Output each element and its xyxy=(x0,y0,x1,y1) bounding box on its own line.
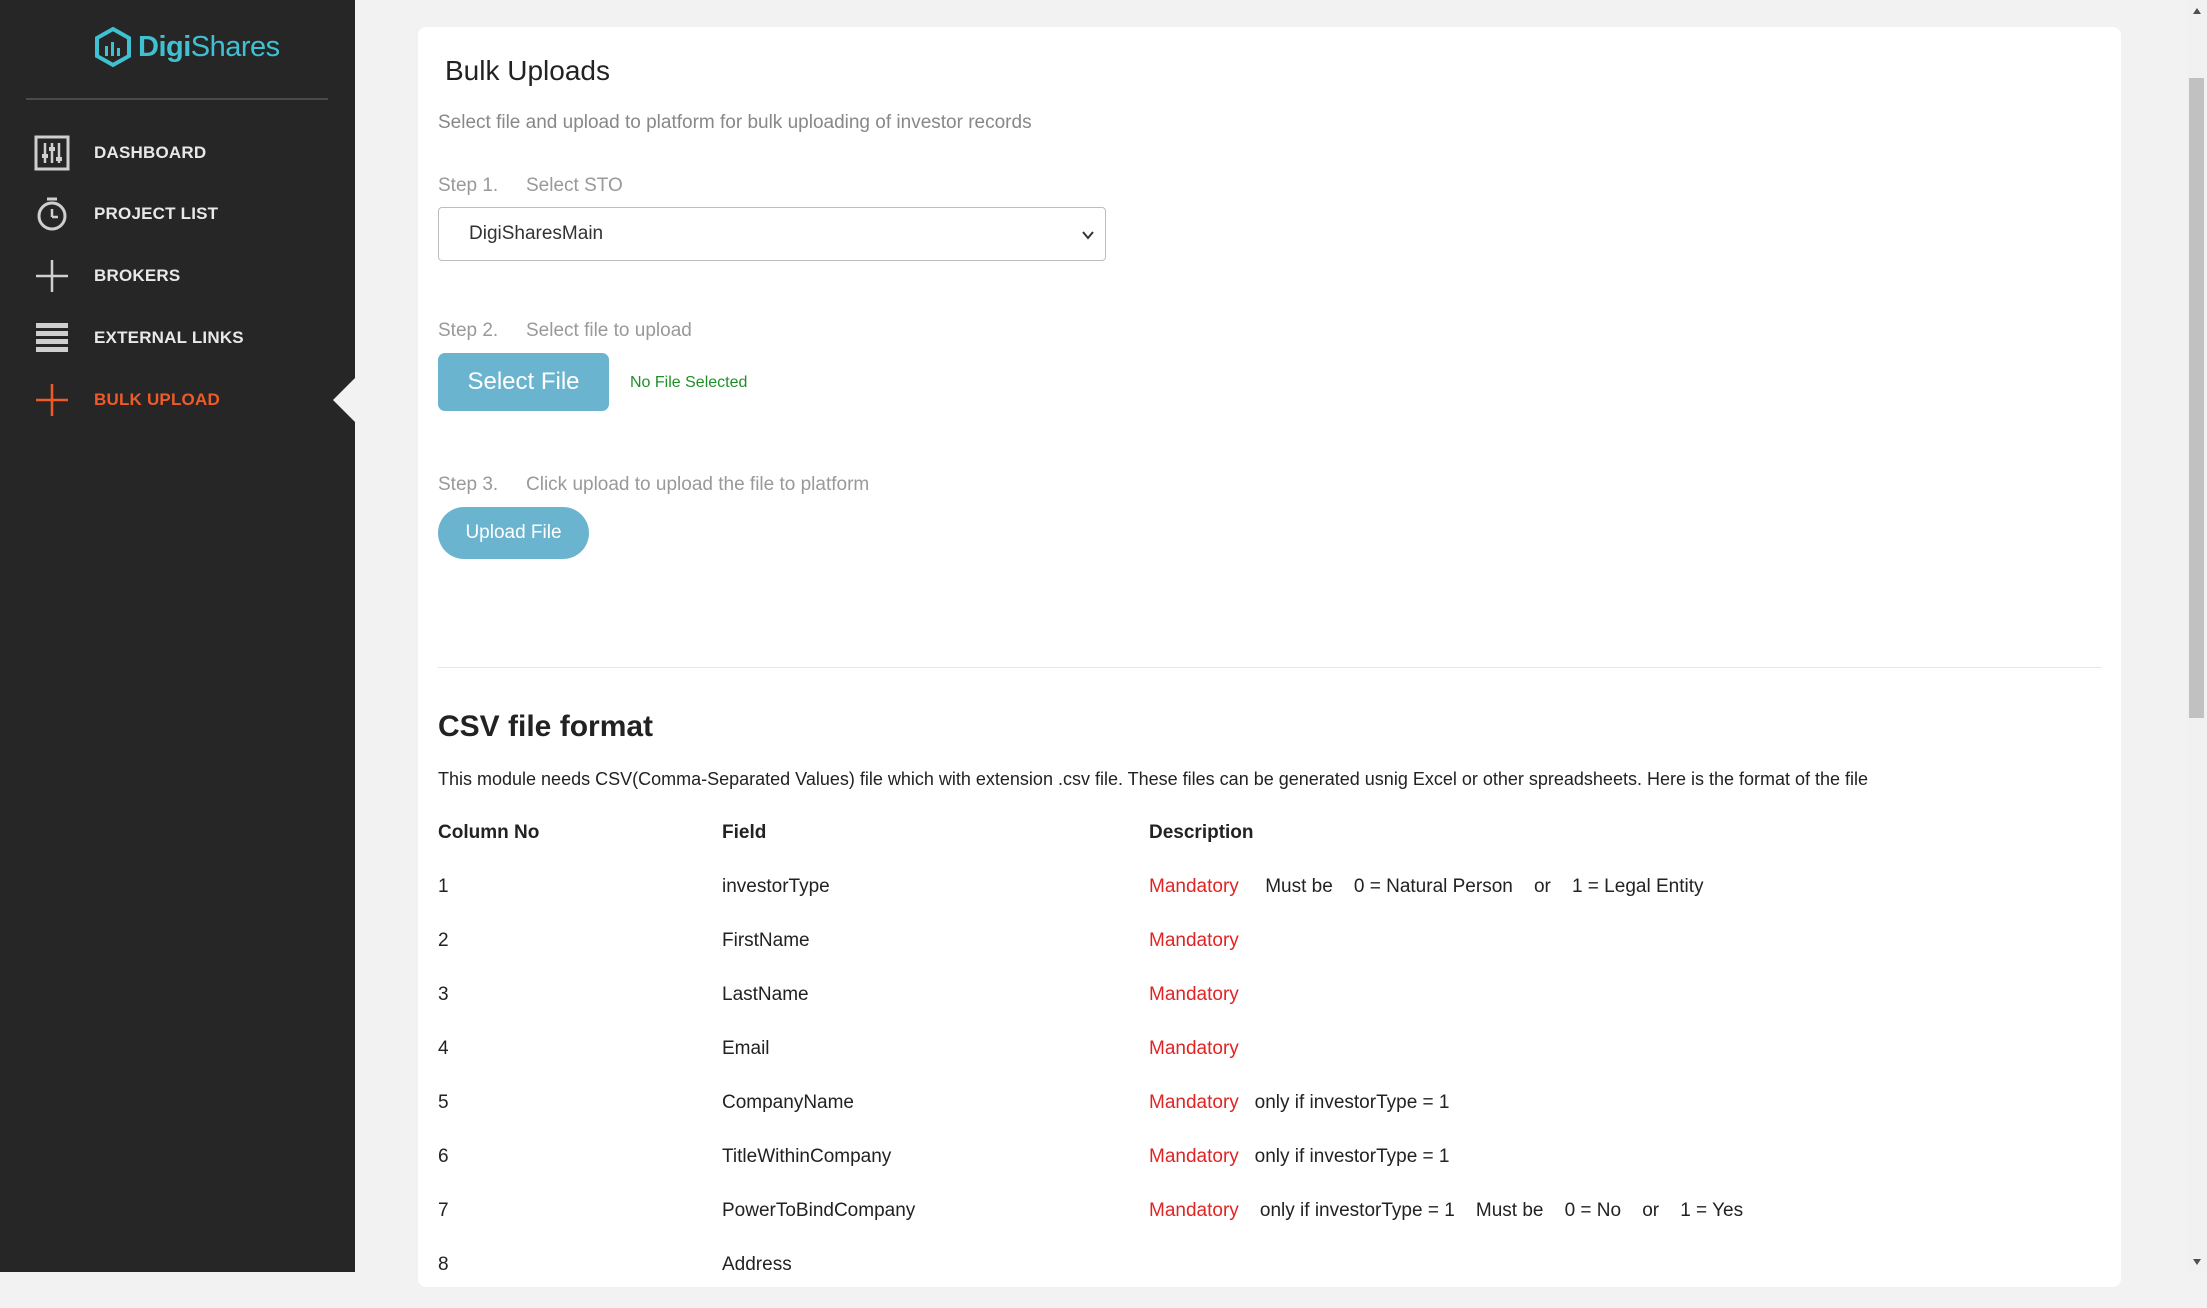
logo-text-shares: Shares xyxy=(190,30,280,63)
step-text: Click upload to upload the file to platf… xyxy=(526,474,870,495)
row-number: 1 xyxy=(438,876,449,897)
mandatory-label: Mandatory xyxy=(1149,1146,1239,1167)
active-indicator xyxy=(333,378,355,422)
plus-icon xyxy=(32,380,72,420)
column-header-no: Column No xyxy=(438,822,540,843)
page-subtitle: Select file and upload to platform for b… xyxy=(438,112,1032,133)
row-field: PowerToBindCompany xyxy=(722,1200,916,1221)
sidebar-divider xyxy=(26,98,328,100)
step-number: Step 2. xyxy=(438,320,499,341)
column-header-description: Description xyxy=(1149,822,1254,843)
table-row: 8 Address xyxy=(418,1254,2121,1308)
row-note: only if investorType = 1 Must be 0 = No … xyxy=(1259,1200,1744,1221)
sidebar-item-label: BROKERS xyxy=(94,266,181,285)
sidebar-item-dashboard[interactable]: DASHBOARD xyxy=(0,128,355,178)
row-description: Mandatory only if investorType = 1 xyxy=(1149,1092,1449,1114)
sidebar-item-brokers[interactable]: BROKERS xyxy=(0,251,355,301)
plus-icon xyxy=(32,256,72,296)
step-text: Select file to upload xyxy=(526,320,692,341)
row-field: FirstName xyxy=(722,930,810,951)
table-row: 2 FirstName Mandatory xyxy=(418,930,2121,984)
mandatory-label: Mandatory xyxy=(1149,876,1239,897)
step2-label: Step 2. Select file to upload xyxy=(438,320,692,342)
sidebar: DigiShares DASHBOARD PROJECT LIST BROKER… xyxy=(0,0,355,1272)
sidebar-item-project-list[interactable]: PROJECT LIST xyxy=(0,189,355,239)
mandatory-label: Mandatory xyxy=(1149,930,1239,951)
sidebar-item-label: BULK UPLOAD xyxy=(94,390,220,409)
step1-label: Step 1. Select STO xyxy=(438,175,623,197)
table-row: 1 investorType Mandatory Must be 0 = Nat… xyxy=(418,876,2121,930)
row-field: Address xyxy=(722,1254,792,1275)
file-status: No File Selected xyxy=(630,374,748,391)
row-field: TitleWithinCompany xyxy=(722,1146,892,1167)
row-description: Mandatory xyxy=(1149,1038,1239,1060)
row-description: Mandatory Must be 0 = Natural Person or … xyxy=(1149,876,1703,898)
sidebar-item-label: PROJECT LIST xyxy=(94,204,219,223)
row-description: Mandatory xyxy=(1149,930,1239,952)
row-description: Mandatory only if investorType = 1 Must … xyxy=(1149,1200,1743,1222)
mandatory-label: Mandatory xyxy=(1149,1092,1239,1113)
sidebar-item-bulk-upload[interactable]: BULK UPLOAD xyxy=(0,375,355,425)
mandatory-label: Mandatory xyxy=(1149,1038,1239,1059)
select-file-button[interactable]: Select File xyxy=(438,353,609,411)
row-field: Email xyxy=(722,1038,770,1059)
sidebar-item-external-links[interactable]: EXTERNAL LINKS xyxy=(0,313,355,363)
sidebar-item-label: EXTERNAL LINKS xyxy=(94,328,244,347)
table-row: 4 Email Mandatory xyxy=(418,1038,2121,1092)
row-description: Mandatory xyxy=(1149,984,1239,1006)
row-number: 2 xyxy=(438,930,449,951)
row-number: 7 xyxy=(438,1200,449,1221)
row-note: Must be 0 = Natural Person or 1 = Legal … xyxy=(1265,876,1704,897)
table-row: 3 LastName Mandatory xyxy=(418,984,2121,1038)
sidebar-item-label: DASHBOARD xyxy=(94,143,207,162)
upload-file-button[interactable]: Upload File xyxy=(438,507,589,559)
csv-format-description: This module needs CSV(Comma-Separated Va… xyxy=(438,769,1869,789)
step-text: Select STO xyxy=(526,175,623,196)
page-title: Bulk Uploads xyxy=(445,55,610,86)
step-number: Step 1. xyxy=(438,175,499,196)
mandatory-label: Mandatory xyxy=(1149,1200,1239,1221)
sto-select[interactable]: DigiSharesMain xyxy=(438,207,1106,261)
step3-label: Step 3. Click upload to upload the file t… xyxy=(438,474,869,496)
scroll-up-arrow-icon[interactable] xyxy=(2186,0,2207,21)
logo-cube-icon xyxy=(95,26,131,68)
row-field: LastName xyxy=(722,984,809,1005)
step-number: Step 3. xyxy=(438,474,499,495)
stopwatch-icon xyxy=(32,194,72,234)
bulk-upload-card: Bulk Uploads Select file and upload to p… xyxy=(418,27,2121,1287)
row-field: investorType xyxy=(722,876,830,897)
row-description: Mandatory only if investorType = 1 xyxy=(1149,1146,1449,1168)
row-number: 4 xyxy=(438,1038,449,1059)
row-number: 8 xyxy=(438,1254,449,1275)
table-row: 7 PowerToBindCompany Mandatory only if i… xyxy=(418,1200,2121,1254)
list-icon xyxy=(32,318,72,358)
section-divider xyxy=(438,667,2102,668)
row-field: CompanyName xyxy=(722,1092,854,1113)
scrollbar-thumb[interactable] xyxy=(2189,78,2204,718)
mandatory-label: Mandatory xyxy=(1149,984,1239,1005)
sliders-icon xyxy=(32,133,72,173)
table-row: 6 TitleWithinCompany Mandatory only if i… xyxy=(418,1146,2121,1200)
row-number: 6 xyxy=(438,1146,449,1167)
csv-format-title: CSV file format xyxy=(438,710,654,743)
column-header-field: Field xyxy=(722,822,767,843)
row-number: 3 xyxy=(438,984,449,1005)
sto-select-value: DigiSharesMain xyxy=(469,223,604,244)
row-note: only if investorType = 1 xyxy=(1254,1092,1450,1113)
scroll-down-arrow-icon[interactable] xyxy=(2186,1251,2207,1272)
vertical-scrollbar[interactable] xyxy=(2186,0,2207,1272)
row-note: only if investorType = 1 xyxy=(1254,1146,1450,1167)
table-row: 5 CompanyName Mandatory only if investor… xyxy=(418,1092,2121,1146)
logo-text-digi: Digi xyxy=(138,30,191,63)
logo-text: DigiShares xyxy=(138,31,280,64)
digishares-logo[interactable]: DigiShares xyxy=(92,24,280,70)
row-number: 5 xyxy=(438,1092,449,1113)
chevron-down-icon xyxy=(1082,231,1094,240)
